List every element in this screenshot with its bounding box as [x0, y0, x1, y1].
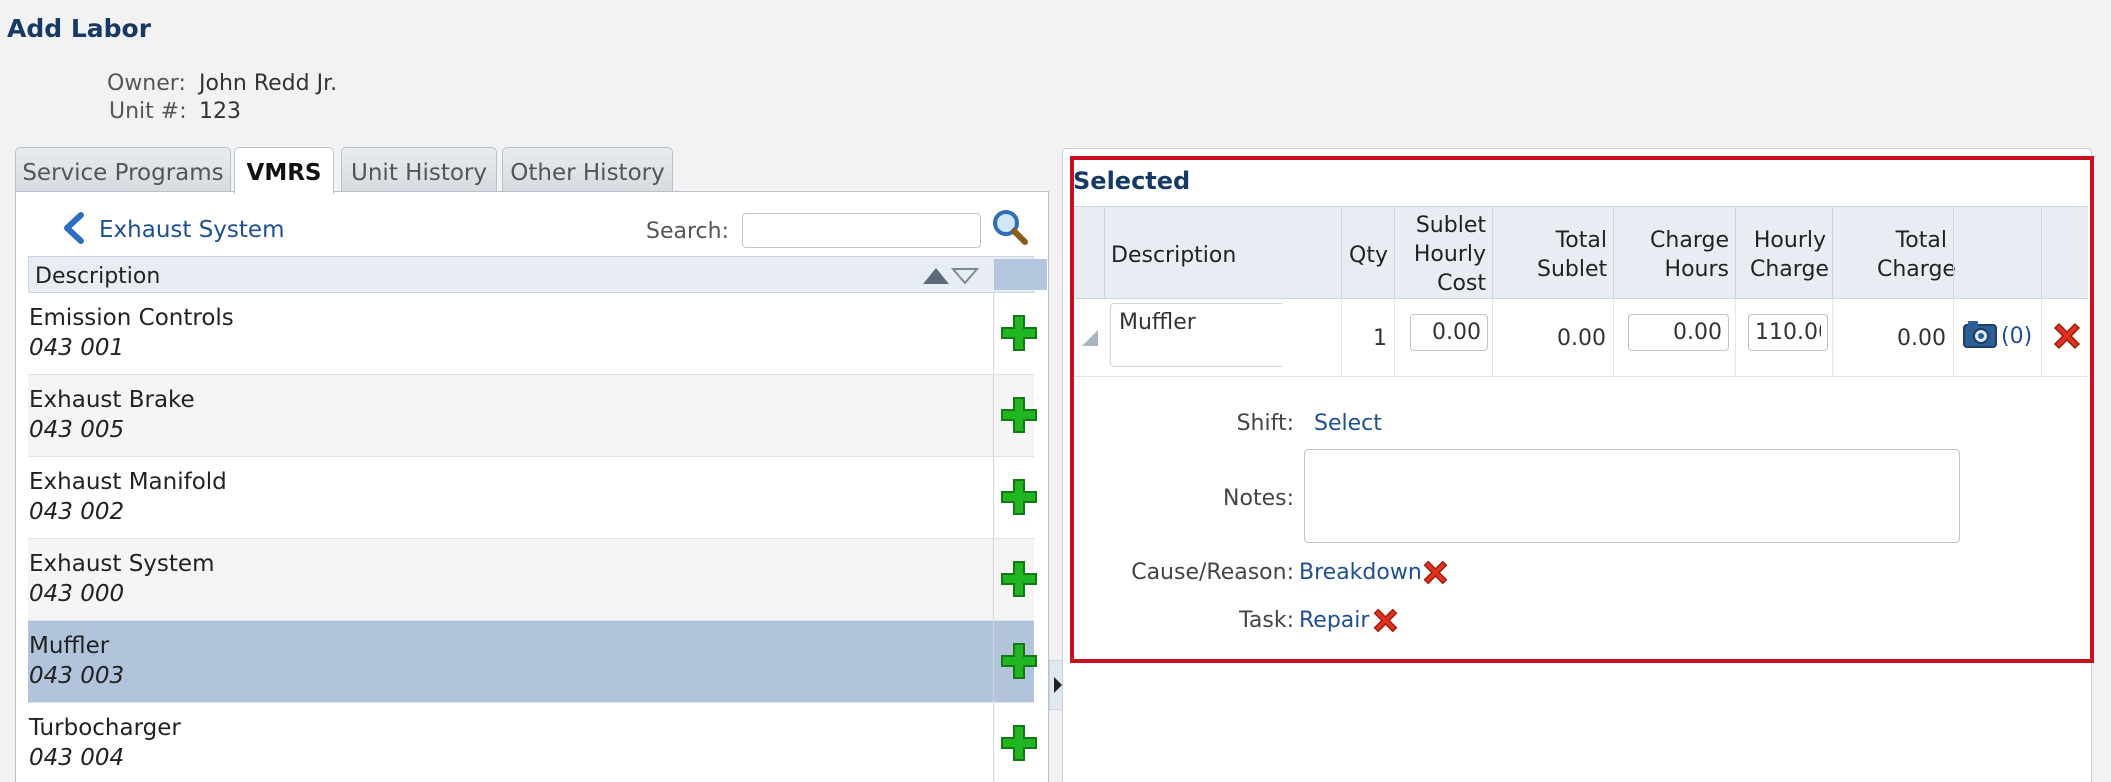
attachments-column-header [1953, 207, 2041, 300]
column-header-description: Description [1104, 207, 1341, 300]
back-chevron-icon[interactable] [61, 212, 87, 244]
attachments-count-link[interactable]: (0) [2001, 324, 2032, 349]
item-code: 043 000 [29, 581, 125, 607]
sort-ascending-icon[interactable] [922, 267, 950, 285]
attachments-cell: (0) [1953, 299, 2041, 377]
action-column-header [994, 259, 1047, 290]
total-sublet-cell: 0.00 [1492, 299, 1613, 377]
list-item[interactable]: Turbocharger 043 004 [28, 703, 1037, 782]
expand-cell [1073, 299, 1104, 377]
search-label: Search: [646, 219, 729, 244]
item-name: Exhaust Brake [29, 387, 195, 413]
search-input[interactable] [742, 213, 981, 248]
divider [993, 375, 994, 456]
charge-hours-cell [1613, 299, 1735, 377]
divider [993, 539, 994, 620]
charge-hours-input[interactable] [1628, 314, 1729, 351]
list-item[interactable]: Exhaust Manifold 043 002 [28, 457, 1037, 539]
add-icon[interactable] [998, 476, 1040, 518]
owner-label: Owner: [107, 71, 186, 96]
notes-label: Notes: [1223, 486, 1294, 511]
description-field[interactable]: Muffler [1110, 303, 1282, 367]
sublet-hourly-cost-cell [1394, 299, 1492, 377]
item-name: Turbocharger [29, 715, 181, 741]
list-header: Description [28, 256, 1047, 293]
shift-select-link[interactable]: Select [1314, 411, 1382, 436]
unit-label: Unit #: [109, 99, 187, 124]
divider [993, 621, 994, 702]
clear-task-x-icon[interactable] [1370, 605, 1401, 636]
total-sublet-value: 0.00 [1557, 326, 1606, 351]
column-header-hourly-charge: Hourly Charge [1735, 207, 1832, 300]
item-code: 043 005 [29, 417, 125, 443]
column-header-qty: Qty [1341, 207, 1394, 300]
unit-value: 123 [199, 99, 241, 124]
column-header-sublet-hourly-cost: Sublet Hourly Cost [1394, 207, 1492, 300]
item-name: Muffler [29, 633, 110, 659]
task-link[interactable]: Repair [1299, 608, 1369, 633]
tab-other-history[interactable]: Other History [502, 147, 673, 192]
selected-labor-row: Muffler 1 0.00 0.00 (0) [1073, 299, 2088, 377]
add-icon[interactable] [998, 640, 1040, 682]
tab-service-programs[interactable]: Service Programs [15, 147, 231, 192]
clear-cause-x-icon[interactable] [1420, 557, 1451, 588]
tab-unit-history[interactable]: Unit History [341, 147, 497, 192]
column-header-charge-hours: Charge Hours [1613, 207, 1735, 300]
divider [993, 703, 994, 782]
tab-vmrs[interactable]: VMRS [234, 147, 334, 194]
owner-value: John Redd Jr. [199, 71, 338, 96]
qty-cell: 1 [1341, 299, 1394, 377]
selected-title: Selected [1073, 167, 1191, 195]
item-code: 043 001 [29, 335, 125, 361]
delete-cell [2041, 299, 2088, 377]
item-code: 043 002 [29, 499, 125, 525]
sublet-hourly-cost-input[interactable] [1410, 314, 1488, 351]
item-code: 043 003 [29, 663, 125, 689]
list-item-selected[interactable]: Muffler 043 003 [28, 621, 1037, 703]
item-name: Emission Controls [29, 305, 234, 331]
search-icon[interactable] [991, 208, 1029, 246]
list-item[interactable]: Exhaust System 043 000 [28, 539, 1037, 621]
divider [993, 457, 994, 538]
tab-bar: Service Programs VMRS Unit History Other… [15, 147, 1049, 194]
list-item[interactable]: Emission Controls 043 001 [28, 293, 1037, 375]
cause-reason-label: Cause/Reason: [1131, 560, 1294, 585]
camera-icon[interactable] [1963, 319, 1997, 349]
sort-descending-icon[interactable] [951, 267, 979, 285]
qty-value: 1 [1373, 326, 1387, 351]
column-header-description: Description [35, 264, 161, 289]
selected-grid-header: Description Qty Sublet Hourly Cost Total… [1073, 206, 2088, 300]
expand-triangle-icon[interactable] [1081, 329, 1099, 347]
hourly-charge-input[interactable] [1748, 314, 1828, 351]
column-header-total-sublet: Total Sublet [1492, 207, 1613, 300]
divider [993, 293, 994, 374]
total-charge-value: 0.00 [1897, 326, 1946, 351]
item-name: Exhaust Manifold [29, 469, 227, 495]
list-item[interactable]: Exhaust Brake 043 005 [28, 375, 1037, 457]
delete-x-icon[interactable] [2050, 319, 2084, 353]
add-icon[interactable] [998, 394, 1040, 436]
expand-column-header [1073, 207, 1104, 300]
column-header-total-charge: Total Charge [1832, 207, 1956, 300]
vmrs-browser-panel: Exhaust System Search: Description Emiss… [15, 191, 1049, 782]
add-icon[interactable] [998, 312, 1040, 354]
item-code: 043 004 [29, 745, 125, 771]
total-charge-cell: 0.00 [1832, 299, 1953, 377]
task-label: Task: [1239, 608, 1294, 633]
breadcrumb[interactable]: Exhaust System [99, 217, 284, 243]
shift-label: Shift: [1236, 411, 1294, 436]
hourly-charge-cell [1735, 299, 1832, 377]
page-title: Add Labor [7, 14, 152, 43]
item-name: Exhaust System [29, 551, 215, 577]
add-icon[interactable] [998, 558, 1040, 600]
add-icon[interactable] [998, 722, 1040, 764]
delete-column-header [2041, 207, 2088, 300]
cause-reason-link[interactable]: Breakdown [1299, 560, 1422, 585]
notes-field[interactable] [1304, 449, 1960, 543]
